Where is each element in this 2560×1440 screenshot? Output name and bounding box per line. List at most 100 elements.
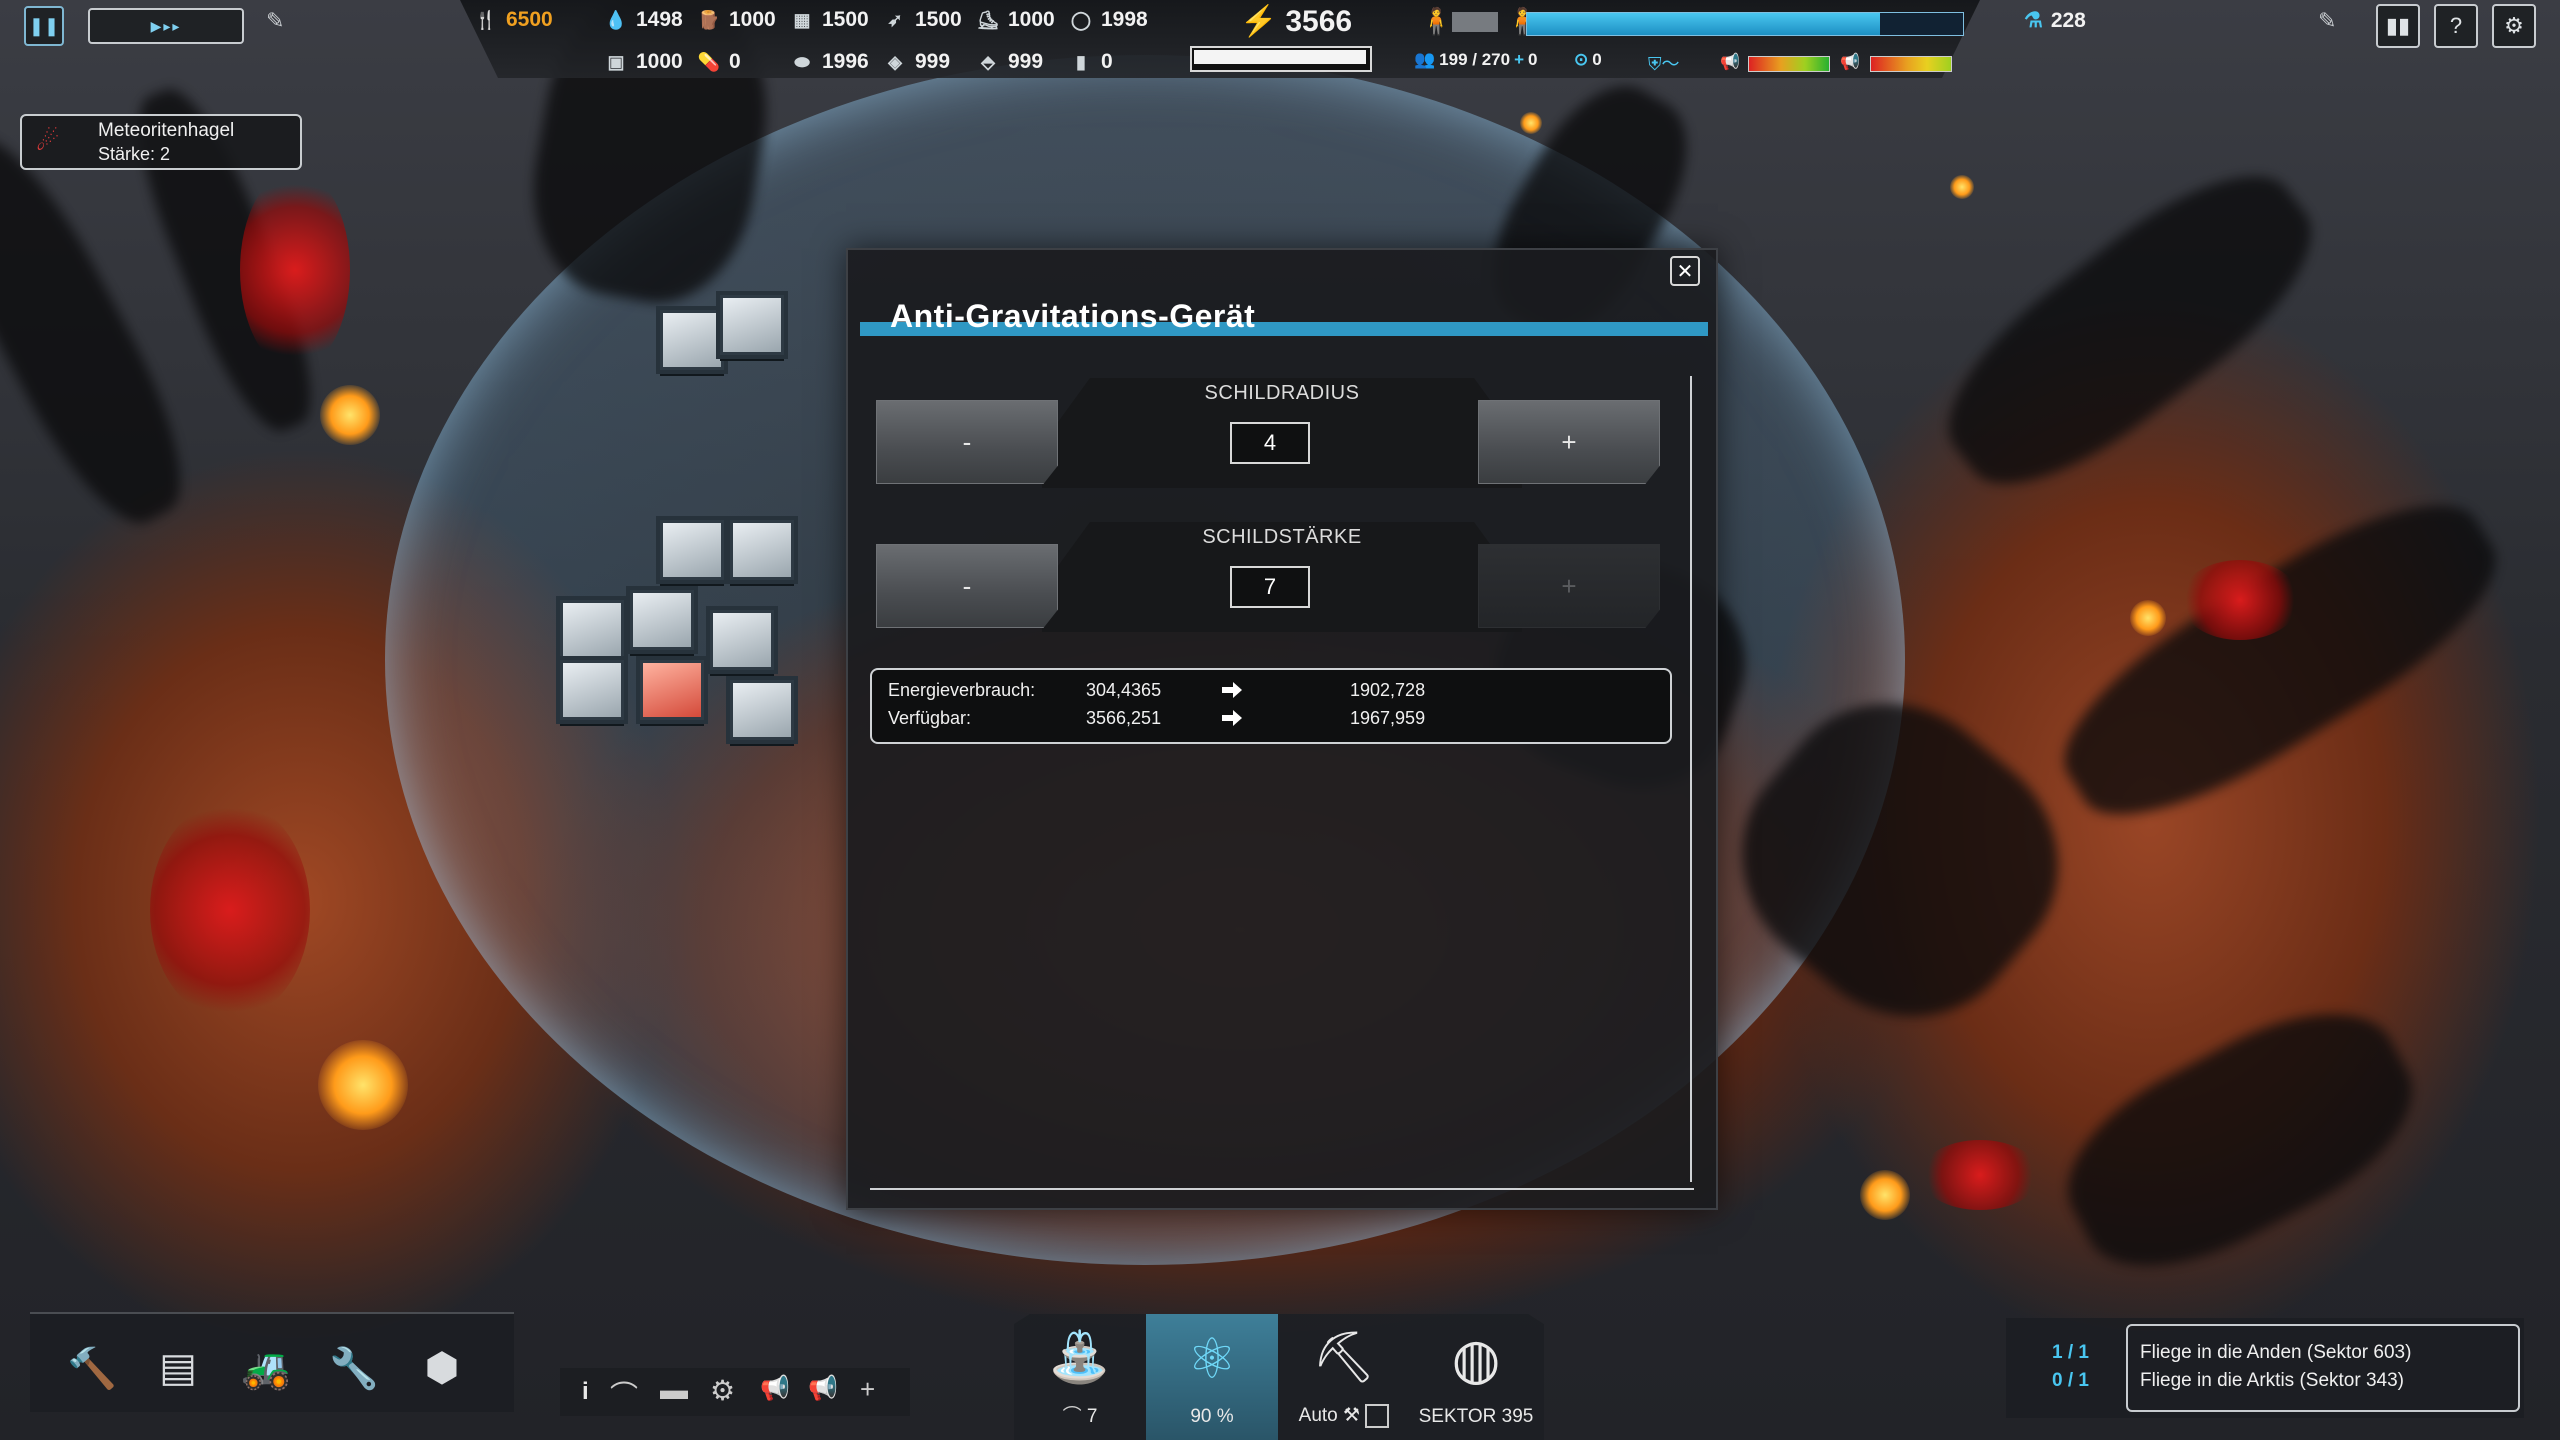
- building-icon: ▣: [607, 51, 625, 72]
- needs-meter: 📢: [1840, 54, 1860, 71]
- hammer-icon[interactable]: 🔨: [64, 1340, 120, 1396]
- ore-icon: ◈: [888, 51, 902, 72]
- atom-icon: ⚛: [1186, 1327, 1238, 1390]
- close-button[interactable]: ✕: [1670, 256, 1700, 286]
- resource-value: 1000: [1008, 8, 1055, 31]
- resource-value: 1000: [636, 50, 683, 73]
- pencil-icon[interactable]: ✎: [2318, 8, 2348, 38]
- game-speed-bar[interactable]: ▶▸▸: [88, 8, 244, 44]
- megaphone-icon[interactable]: 📢: [760, 1374, 790, 1403]
- meteor-ember: [1520, 112, 1542, 134]
- sector-mode[interactable]: ◍ SEKTOR 395: [1410, 1314, 1542, 1440]
- pencil-icon[interactable]: ✎: [266, 8, 296, 38]
- resource-ore: ◈ 999: [883, 50, 950, 74]
- help-icon[interactable]: ?: [2434, 4, 2478, 48]
- add-button[interactable]: +: [860, 1374, 875, 1405]
- event-strength: Stärke: 2: [98, 144, 171, 164]
- meteor-ember: [1860, 1170, 1910, 1220]
- energy-stats-box: Energieverbrauch: 304,4365 1902,728 Verf…: [870, 668, 1672, 744]
- strength-label: SCHILDSTÄRKE: [1202, 526, 1362, 548]
- resource-value: 999: [915, 50, 951, 73]
- energy-mode-label: 90 %: [1190, 1406, 1234, 1427]
- quest-item[interactable]: Fliege in die Anden (Sektor 603): [2140, 1342, 2411, 1364]
- pickaxe-icon: ⛏: [1312, 1329, 1376, 1385]
- road-straight-icon[interactable]: ▬: [660, 1374, 688, 1406]
- mode-bar: ⛲ ⌒ 7 ⚛ 90 % ⛏ Auto ⚒ ◍ SEKTOR 395: [1014, 1314, 1544, 1440]
- radius-decrease-button[interactable]: -: [876, 400, 1058, 484]
- smoke-trail: [2034, 464, 2526, 856]
- bulldozer-icon[interactable]: 🚜: [238, 1340, 294, 1396]
- mining-mode[interactable]: ⛏ Auto ⚒: [1278, 1314, 1410, 1440]
- auto-checkbox[interactable]: [1365, 1404, 1390, 1428]
- resource-building: ▣ 1000: [604, 50, 683, 74]
- close-icon: ✕: [1676, 260, 1694, 283]
- available-label: Verfügbar:: [888, 708, 972, 728]
- energy-mode[interactable]: ⚛ 90 %: [1146, 1314, 1278, 1440]
- resource-value: 999: [1008, 50, 1044, 73]
- fire-trail: [150, 800, 310, 1020]
- consumption-current: 304,4365: [1086, 680, 1162, 700]
- city-block: [490, 290, 850, 760]
- road-curve-icon[interactable]: ⌒: [610, 1374, 638, 1414]
- radius-increase-button[interactable]: +: [1478, 400, 1660, 484]
- bottle-icon: ▮: [1076, 51, 1086, 72]
- strength-decrease-button[interactable]: -: [876, 544, 1058, 628]
- quest-count: 0 / 1: [2052, 1370, 2089, 1391]
- shield-status-icon: ⛨～: [1648, 54, 1680, 74]
- quest-count: 1 / 1: [2052, 1342, 2089, 1363]
- settings-small-icon[interactable]: ⚙: [710, 1374, 735, 1407]
- resource-value: 1998: [1101, 8, 1148, 31]
- smoke-trail: [1915, 137, 2345, 523]
- lightning-icon: ⚡: [1240, 5, 1278, 38]
- energy-resource: ⚡ 3566: [1240, 4, 1352, 39]
- meteor-ember: [320, 385, 380, 445]
- stop-icon[interactable]: ⬢: [414, 1340, 470, 1396]
- meteor-ember: [2130, 600, 2166, 636]
- info-button[interactable]: i: [582, 1378, 589, 1406]
- event-notification[interactable]: ☄ Meteoritenhagel Stärke: 2: [20, 114, 302, 170]
- energy-value: 3566: [1285, 4, 1353, 38]
- strength-increase-button: +: [1478, 544, 1660, 628]
- resource-value: 1498: [636, 8, 683, 31]
- population-icon: 🧍: [1420, 6, 1453, 36]
- mining-mode-label: Auto ⚒: [1278, 1404, 1410, 1428]
- shield-tower-mode[interactable]: ⛲ ⌒ 7: [1014, 1314, 1146, 1440]
- wrench-icon[interactable]: 🔧: [326, 1340, 382, 1396]
- stone-icon: ◯: [1070, 9, 1092, 30]
- quest-item[interactable]: Fliege in die Arktis (Sektor 343): [2140, 1370, 2404, 1392]
- shield-tower-icon: ⛲: [1048, 1329, 1112, 1385]
- meteor-icon: ☄: [36, 126, 60, 156]
- globe-icon: ◍: [1451, 1327, 1501, 1390]
- resource-water: 💧 1498: [604, 8, 683, 32]
- quest-panel: 1 / 1 0 / 1 Fliege in die Anden (Sektor …: [2006, 1318, 2524, 1418]
- hammer-small-icon: ⚒: [1343, 1405, 1361, 1427]
- blueprint-icon[interactable]: ▤: [150, 1340, 206, 1396]
- gear-icon[interactable]: ⚙: [2492, 4, 2536, 48]
- resource-value: 1000: [729, 8, 776, 31]
- event-title: Meteoritenhagel: [98, 120, 235, 141]
- gold-icon: ⬘: [981, 51, 995, 72]
- resource-bottle: ▮ 0: [1069, 50, 1113, 74]
- available-current: 3566,251: [1086, 708, 1162, 728]
- metal-icon: ⬬: [794, 51, 810, 72]
- statistics-icon[interactable]: ▮▮: [2376, 4, 2420, 48]
- dialog-frame-line: [870, 1188, 1694, 1190]
- resource-boot: ⛸ 1000: [976, 8, 1055, 32]
- happiness-meter: 📢: [1720, 54, 1740, 71]
- radius-value: 4: [1230, 422, 1310, 464]
- fire-trail: [2180, 560, 2300, 640]
- arrow-right-icon: [1222, 682, 1242, 698]
- pause-button[interactable]: ❚❚: [24, 6, 64, 46]
- boot-icon: ⛸: [976, 9, 1000, 30]
- resource-value: 1500: [822, 8, 869, 31]
- dome-icon: ⌒: [1062, 1406, 1087, 1427]
- food-resource: 🍴 6500: [474, 8, 553, 32]
- resource-value: 0: [729, 50, 741, 73]
- fork-knife-icon: 🍴: [474, 9, 498, 30]
- water-icon: 💧: [604, 9, 628, 30]
- announce-icon[interactable]: 📢: [808, 1374, 838, 1403]
- quest-list-frame: [2126, 1324, 2520, 1412]
- dialog-title: Anti-Gravitations-Gerät: [890, 298, 1256, 334]
- strength-value: 7: [1230, 566, 1310, 608]
- resource-medicine: 💊 0: [697, 50, 741, 74]
